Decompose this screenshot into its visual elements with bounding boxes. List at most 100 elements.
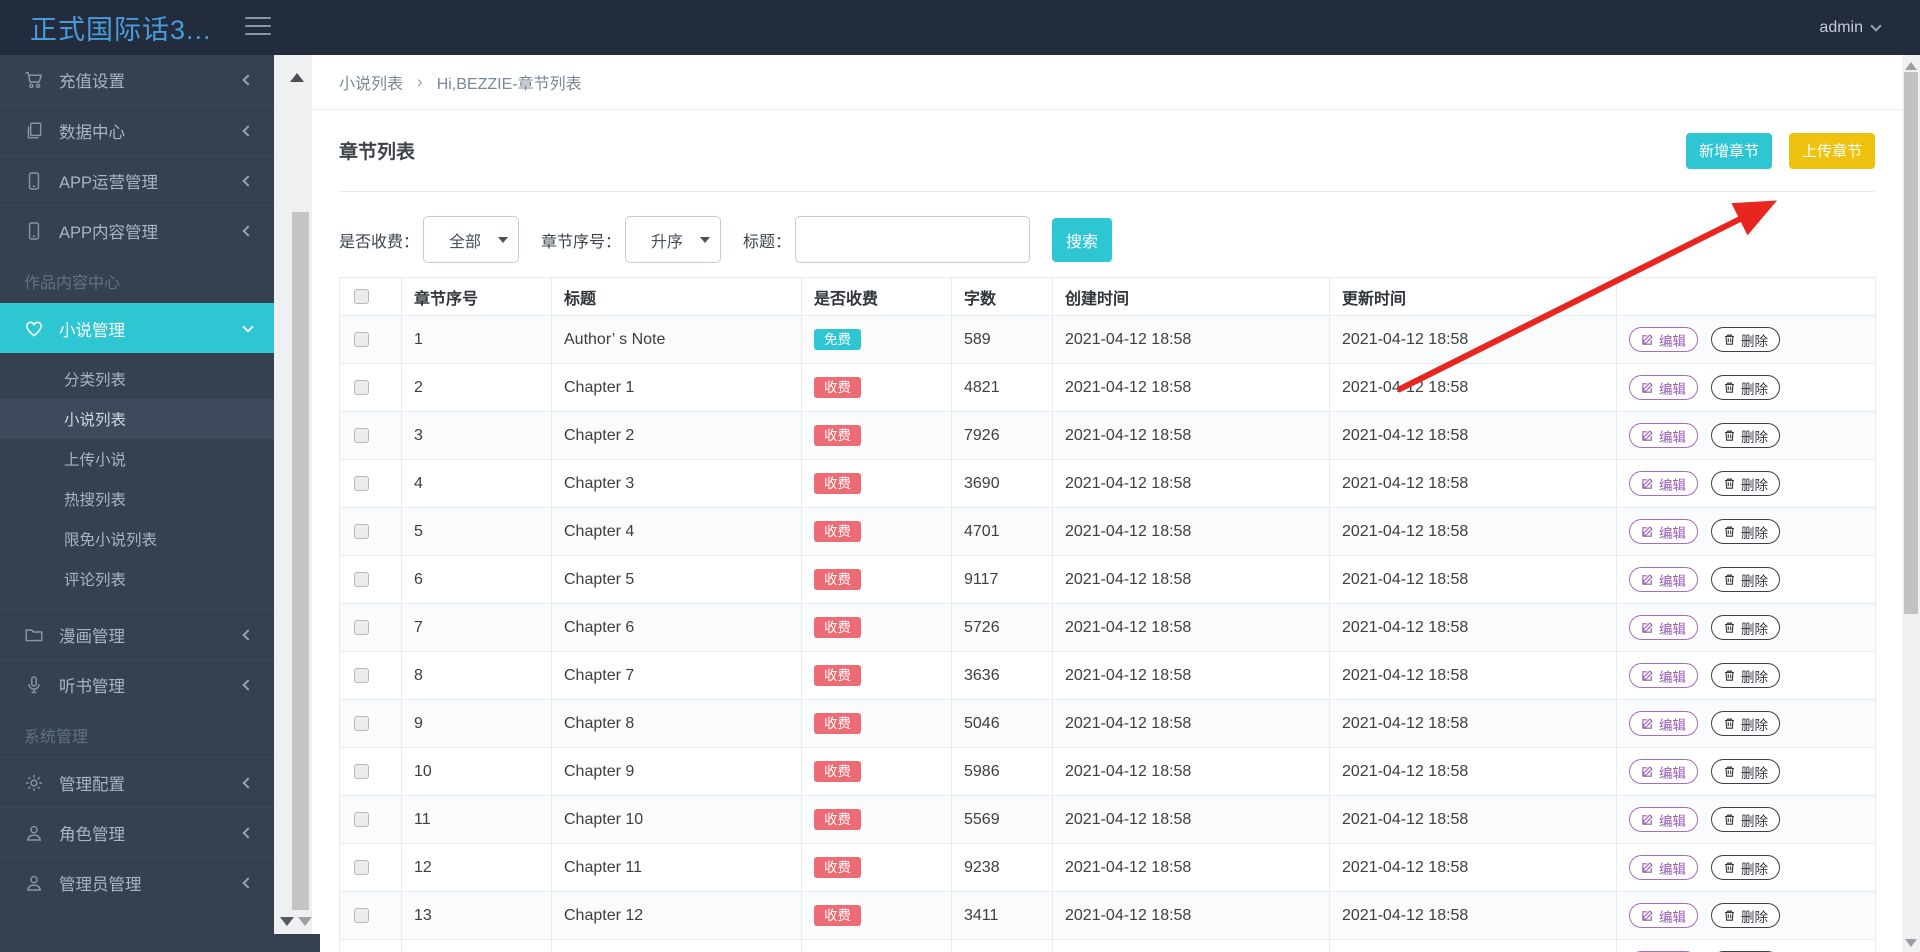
cell-word-count: 4701 [951, 507, 1053, 556]
trash-icon [1723, 717, 1736, 730]
sidebar-item[interactable]: 听书管理 [0, 659, 274, 709]
row-checkbox[interactable] [354, 668, 369, 683]
select-all-checkbox[interactable] [354, 289, 369, 304]
row-checkbox[interactable] [354, 428, 369, 443]
delete-button[interactable]: 删除 [1711, 663, 1780, 688]
sidebar-item[interactable]: 管理配置 [0, 757, 274, 807]
delete-button[interactable]: 删除 [1711, 375, 1780, 400]
scroll-down-icon[interactable] [298, 917, 312, 926]
row-checkbox[interactable] [354, 620, 369, 635]
cell-title: Chapter 3 [551, 459, 802, 508]
edit-button[interactable]: 编辑 [1629, 567, 1698, 592]
sidebar-item[interactable]: 小说管理 [0, 303, 274, 353]
delete-button[interactable]: 删除 [1711, 615, 1780, 640]
column-header: 标题 [551, 277, 802, 316]
edit-button[interactable]: 编辑 [1629, 903, 1698, 928]
content-scrollbar-left[interactable] [274, 55, 312, 935]
edit-button[interactable]: 编辑 [1629, 807, 1698, 832]
delete-button[interactable]: 删除 [1711, 519, 1780, 544]
sidebar-subitem[interactable]: 评论列表 [0, 559, 274, 599]
user-menu[interactable]: admin [1819, 0, 1882, 55]
row-checkbox[interactable] [354, 572, 369, 587]
cell-word-count: 589 [951, 315, 1053, 364]
scrollbar-thumb[interactable] [292, 212, 309, 910]
edit-button[interactable]: 编辑 [1629, 519, 1698, 544]
sidebar-subitem[interactable]: 上传小说 [0, 439, 274, 479]
scroll-down-icon[interactable] [280, 917, 294, 926]
order-filter-select[interactable]: 升序 [625, 216, 722, 263]
row-checkbox[interactable] [354, 908, 369, 923]
sidebar-item[interactable]: 数据中心 [0, 105, 274, 155]
cell-title: Chapter 9 [551, 747, 802, 796]
row-checkbox[interactable] [354, 812, 369, 827]
cell-fee: 收费 [801, 939, 952, 952]
app-logo[interactable]: 正式国际话3... [30, 0, 212, 55]
cell-updated-time: 2021-04-12 18:58 [1329, 699, 1617, 748]
filter-row: 是否收费： 全部 章节序号： 升序 标题： 搜索 [339, 216, 1875, 263]
title-search-input[interactable] [795, 216, 1031, 263]
cell-updated-time: 2021-04-12 18:58 [1329, 411, 1617, 460]
sidebar-subitem[interactable]: 热搜列表 [0, 479, 274, 519]
paid-badge: 收费 [814, 760, 861, 783]
row-checkbox[interactable] [354, 380, 369, 395]
edit-button[interactable]: 编辑 [1629, 327, 1698, 352]
row-checkbox[interactable] [354, 524, 369, 539]
table-row: 12 Chapter 11 收费 9238 2021-04-12 18:58 2021-0… [339, 843, 1876, 892]
breadcrumb-novel-list[interactable]: 小说列表 [339, 70, 403, 94]
trash-icon [1723, 525, 1736, 538]
delete-button[interactable]: 删除 [1711, 471, 1780, 496]
scroll-down-icon[interactable] [1905, 939, 1917, 947]
scrollbar-thumb[interactable] [1904, 72, 1918, 614]
edit-icon [1641, 333, 1654, 346]
cell-chapter-no: 2 [401, 363, 552, 412]
delete-button[interactable]: 删除 [1711, 711, 1780, 736]
edit-button[interactable]: 编辑 [1629, 855, 1698, 880]
sidebar-subitem[interactable]: 小说列表 [0, 399, 274, 439]
delete-button[interactable]: 删除 [1711, 423, 1780, 448]
edit-button[interactable]: 编辑 [1629, 711, 1698, 736]
sidebar-item[interactable]: APP运营管理 [0, 155, 274, 205]
fee-filter-select[interactable]: 全部 [423, 216, 520, 263]
trash-icon [1723, 813, 1736, 826]
edit-button[interactable]: 编辑 [1629, 759, 1698, 784]
edit-button[interactable]: 编辑 [1629, 375, 1698, 400]
row-checkbox[interactable] [354, 476, 369, 491]
edit-icon [1641, 669, 1654, 682]
delete-button[interactable]: 删除 [1711, 807, 1780, 832]
edit-button[interactable]: 编辑 [1629, 423, 1698, 448]
table-header-row: 章节序号 标题 是否收费 字数 创建时间 更新时间 [339, 277, 1876, 316]
add-chapter-button[interactable]: 新增章节 [1685, 132, 1772, 169]
delete-button[interactable]: 删除 [1711, 855, 1780, 880]
sidebar-subitem[interactable]: 限免小说列表 [0, 519, 274, 559]
delete-button[interactable]: 删除 [1711, 327, 1780, 352]
sidebar-item[interactable]: 漫画管理 [0, 609, 274, 659]
row-checkbox[interactable] [354, 716, 369, 731]
paid-badge: 收费 [814, 472, 861, 495]
search-button[interactable]: 搜索 [1052, 217, 1113, 262]
table-row: 3 Chapter 2 收费 7926 2021-04-12 18:58 2021-04-… [339, 411, 1876, 460]
page-scrollbar[interactable] [1902, 55, 1920, 952]
upload-chapter-button[interactable]: 上传章节 [1788, 132, 1875, 169]
edit-button[interactable]: 编辑 [1629, 663, 1698, 688]
cell-created-time: 2021-04-12 18:58 [1052, 795, 1330, 844]
sidebar-toggle-icon[interactable] [245, 17, 271, 38]
row-checkbox[interactable] [354, 332, 369, 347]
cell-created-time: 2021-04-12 18:58 [1052, 459, 1330, 508]
sidebar-item[interactable]: APP内容管理 [0, 205, 274, 255]
sidebar-item[interactable]: 角色管理 [0, 807, 274, 857]
scroll-up-icon[interactable] [1905, 62, 1917, 70]
delete-button[interactable]: 删除 [1711, 567, 1780, 592]
cell-created-time: 2021-04-12 18:58 [1052, 411, 1330, 460]
row-checkbox[interactable] [354, 764, 369, 779]
sidebar-item[interactable]: 充值设置 [0, 55, 274, 105]
sidebar-subitem[interactable]: 分类列表 [0, 359, 274, 399]
cell-created-time: 2021-04-12 18:58 [1052, 507, 1330, 556]
row-checkbox[interactable] [354, 860, 369, 875]
delete-button[interactable]: 删除 [1711, 759, 1780, 784]
edit-button[interactable]: 编辑 [1629, 615, 1698, 640]
scroll-up-icon[interactable] [290, 73, 304, 82]
edit-button[interactable]: 编辑 [1629, 471, 1698, 496]
sidebar-item[interactable]: 管理员管理 [0, 857, 274, 907]
cell-word-count: 5726 [951, 603, 1053, 652]
delete-button[interactable]: 删除 [1711, 903, 1780, 928]
